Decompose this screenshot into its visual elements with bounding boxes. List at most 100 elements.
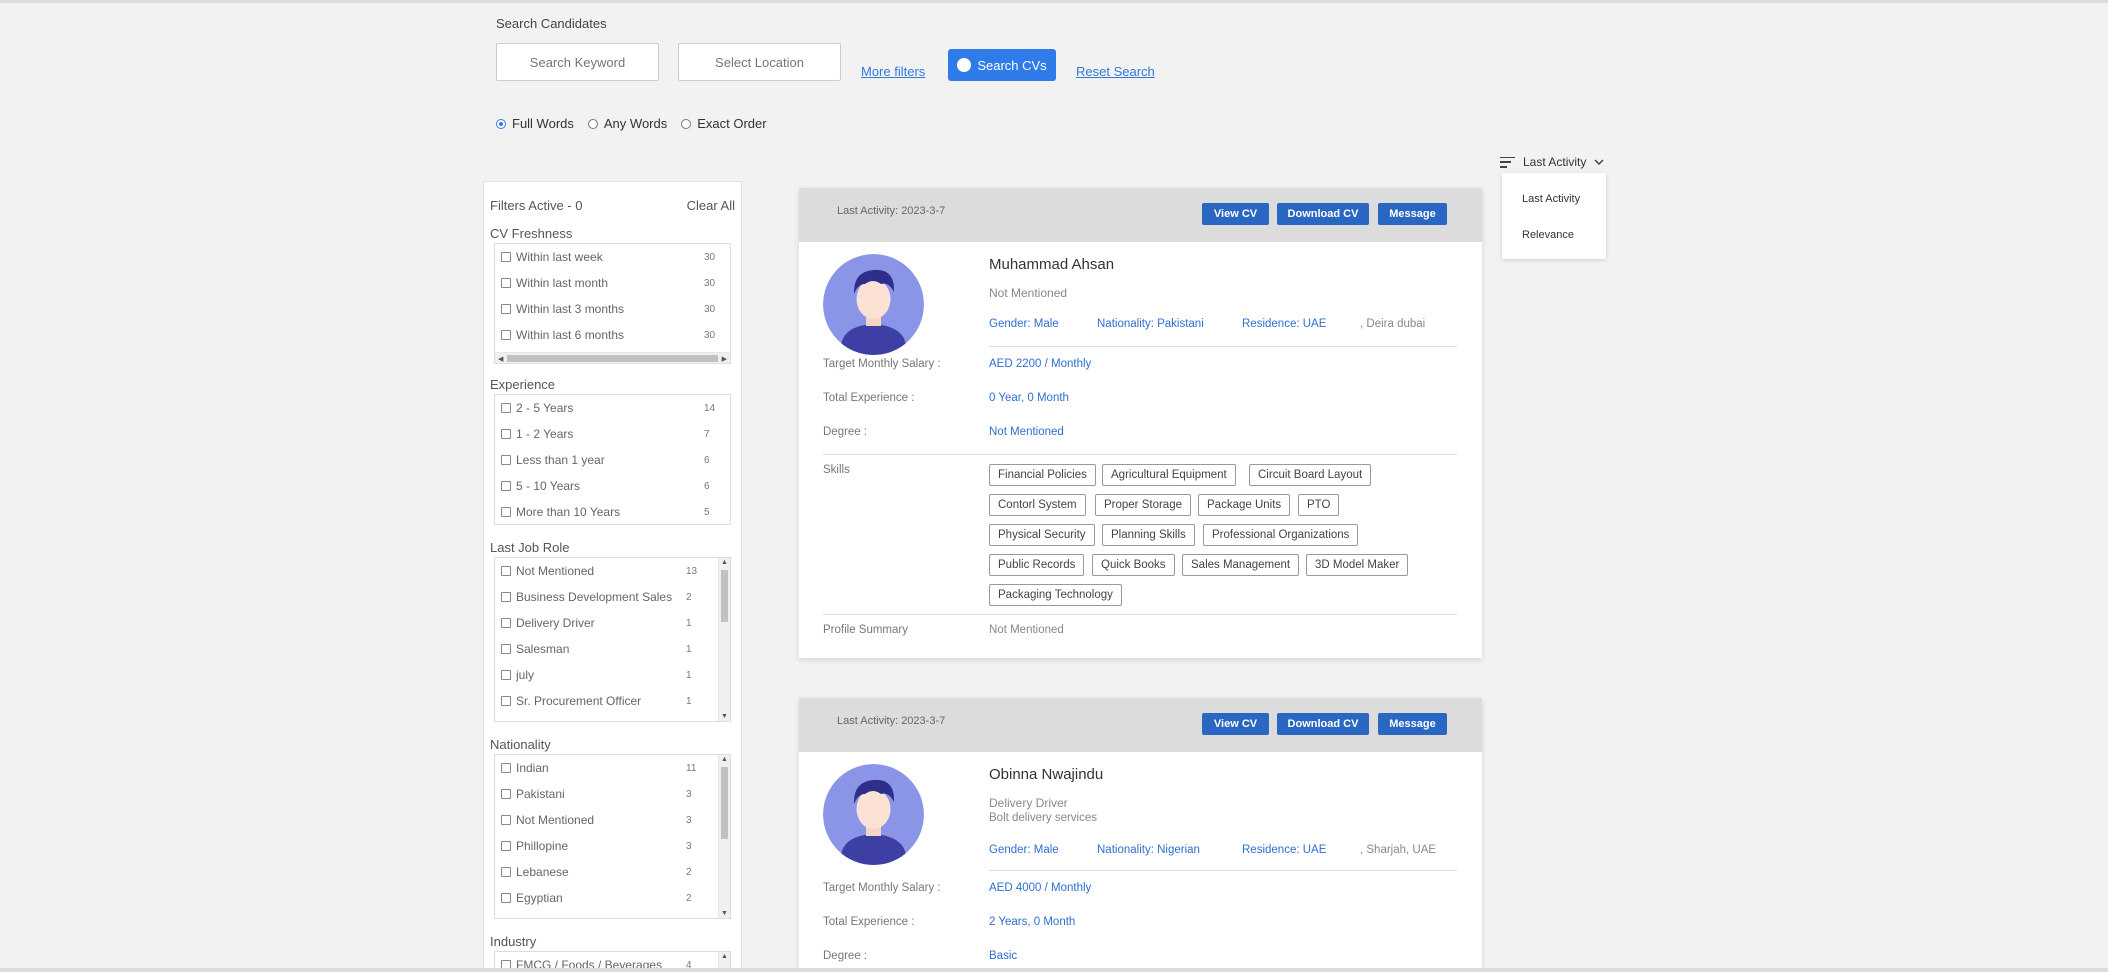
checkbox-icon[interactable] [501,670,511,680]
radio-exact-order[interactable]: Exact Order [681,116,767,131]
more-filters-link[interactable]: More filters [861,64,925,79]
filter-option[interactable]: 1 - 2 Years 7 [495,421,730,447]
skill-tag: Physical Security [989,524,1095,546]
card-body: Muhammad Ahsan Not Mentioned Gender: Mal… [799,242,1482,658]
checkbox-icon[interactable] [501,330,511,340]
vertical-scrollbar[interactable]: ▲ ▼ [718,558,730,721]
checkbox-icon[interactable] [501,403,511,413]
checkbox-icon[interactable] [501,815,511,825]
checkbox-icon[interactable] [501,763,511,773]
filter-option[interactable]: Indian 11 [495,755,730,781]
message-button[interactable]: Message [1378,203,1447,225]
checkbox-icon[interactable] [501,566,511,576]
sort-option-relevance[interactable]: Relevance [1522,229,1574,241]
filter-option[interactable]: Within last 3 months 30 [495,296,730,322]
scroll-up-icon[interactable]: ▲ [721,756,728,763]
clear-all-button[interactable]: Clear All [687,198,735,213]
experience-value: 2 Years, 0 Month [989,916,1076,928]
divider [989,346,1457,347]
candidate-card: Last Activity: 2023-3-7 View CV Download… [799,698,1482,972]
filter-option[interactable]: Within last week 30 [495,244,730,270]
view-cv-button[interactable]: View CV [1202,203,1269,225]
filter-option[interactable]: Salesman 1 [495,636,730,662]
filter-option[interactable]: Less than 1 year 6 [495,447,730,473]
scroll-right-icon[interactable]: ▶ [722,355,727,363]
filter-option[interactable]: Phillopine 3 [495,833,730,859]
last-job-role-list: Not Mentioned 13 Business Development Sal… [494,557,731,722]
scroll-left-icon[interactable]: ◀ [498,355,503,363]
reset-search-link[interactable]: Reset Search [1076,64,1155,79]
sort-dropdown[interactable]: Last Activity [1500,155,1604,169]
cv-freshness-title: CV Freshness [490,226,573,241]
scroll-up-icon[interactable]: ▲ [721,953,728,960]
checkbox-icon[interactable] [501,893,511,903]
filter-option[interactable]: Within last 6 months 30 [495,322,730,348]
filter-option[interactable]: july 1 [495,662,730,688]
skill-tag: Quick Books [1092,554,1175,576]
search-keyword-input[interactable] [496,43,659,81]
radio-full-words[interactable]: Full Words [496,116,574,131]
checkbox-icon[interactable] [501,507,511,517]
skill-tag: Planning Skills [1102,524,1195,546]
salary-label: Target Monthly Salary : [823,358,941,370]
sort-option-last-activity[interactable]: Last Activity [1522,193,1580,205]
nationality-list: Indian 11 Pakistani 3 Not Mentioned 3 Phill… [494,754,731,919]
candidate-role: Delivery Driver [989,796,1068,810]
search-cvs-button[interactable]: Search CVs [948,49,1056,81]
checkbox-icon[interactable] [501,696,511,706]
checkbox-icon[interactable] [501,644,511,654]
download-cv-button[interactable]: Download CV [1277,203,1369,225]
filter-option[interactable]: More than 10 Years 5 [495,499,730,524]
checkbox-icon[interactable] [501,252,511,262]
nationality-text: Nationality: Pakistani [1097,318,1204,330]
filters-active-label: Filters Active - 0 [490,198,583,213]
experience-list: 2 - 5 Years 14 1 - 2 Years 7 Less than 1 y… [494,394,731,525]
checkbox-icon[interactable] [501,481,511,491]
checkbox-icon[interactable] [501,455,511,465]
divider [823,454,1457,455]
candidate-name[interactable]: Muhammad Ahsan [989,256,1114,273]
checkbox-icon[interactable] [501,429,511,439]
filter-option[interactable]: Pakistani 3 [495,781,730,807]
nationality-title: Nationality [490,737,551,752]
checkbox-icon[interactable] [501,867,511,877]
search-title: Search Candidates [496,16,607,31]
filter-option[interactable]: Within last month 30 [495,270,730,296]
download-cv-button[interactable]: Download CV [1277,713,1369,735]
checkbox-icon[interactable] [501,592,511,602]
avatar [823,764,924,865]
checkbox-icon[interactable] [501,618,511,628]
message-button[interactable]: Message [1378,713,1447,735]
filter-option[interactable]: Sr. Procurement Officer 1 [495,688,730,714]
filter-option[interactable]: Business Development Sales ... 2 [495,584,730,610]
checkbox-icon[interactable] [501,278,511,288]
search-circle-icon [957,58,972,72]
checkbox-icon[interactable] [501,841,511,851]
radio-any-words[interactable]: Any Words [587,116,667,131]
scroll-down-icon[interactable]: ▼ [721,713,728,720]
filter-option[interactable]: 2 - 5 Years 14 [495,395,730,421]
vertical-scrollbar[interactable]: ▲ ▼ [718,755,730,918]
horizontal-scrollbar[interactable]: ◀ ▶ [495,352,730,363]
scroll-thumb[interactable] [721,570,728,622]
scroll-thumb[interactable] [507,355,718,362]
select-location-input[interactable] [678,43,841,81]
scroll-thumb[interactable] [721,767,728,839]
filter-option[interactable]: Egyptian 2 [495,885,730,911]
skill-tag: Financial Policies [989,464,1096,486]
filter-option[interactable]: Lebanese 2 [495,859,730,885]
filter-option[interactable]: 5 - 10 Years 6 [495,473,730,499]
filter-option[interactable]: Not Mentioned 3 [495,807,730,833]
chevron-down-icon [1594,159,1604,166]
skill-tag: Packaging Technology [989,584,1122,606]
view-cv-button[interactable]: View CV [1202,713,1269,735]
scroll-down-icon[interactable]: ▼ [721,910,728,917]
filter-option[interactable]: Not Mentioned 13 [495,558,730,584]
candidate-name[interactable]: Obinna Nwajindu [989,766,1103,783]
scroll-up-icon[interactable]: ▲ [721,559,728,566]
checkbox-icon[interactable] [501,304,511,314]
skill-tag: PTO [1298,494,1340,516]
experience-title: Experience [490,377,556,392]
checkbox-icon[interactable] [501,789,511,799]
filter-option[interactable]: Delivery Driver 1 [495,610,730,636]
